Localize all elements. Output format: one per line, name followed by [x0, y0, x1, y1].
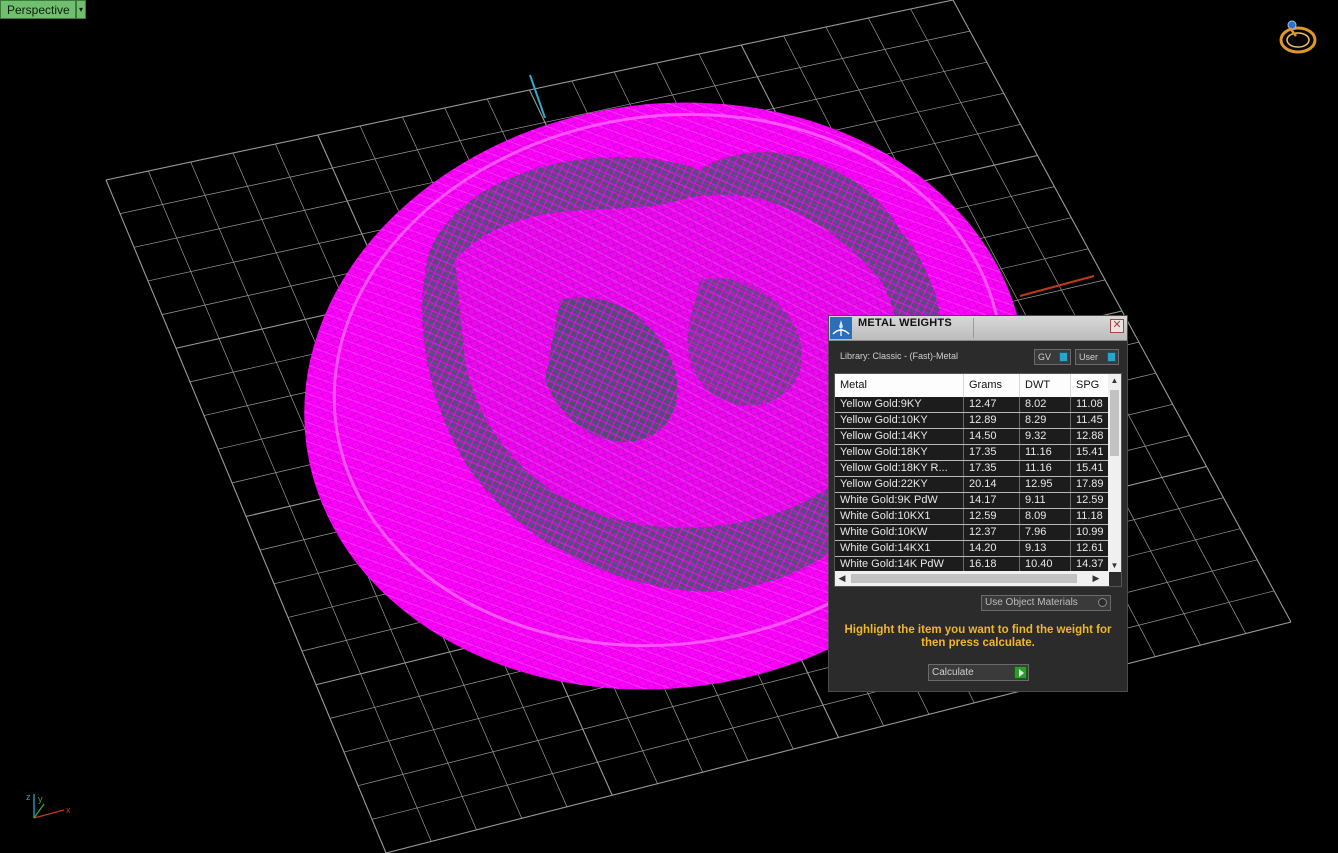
table-row[interactable]: White Gold:9K PdW 14.17 9.11 12.59 [835, 493, 1109, 509]
scroll-up-icon[interactable]: ▲ [1108, 374, 1121, 387]
cell-grams: 17.35 [964, 445, 1020, 460]
panel-title: METAL WEIGHTS [858, 317, 952, 329]
viewport-canvas[interactable] [0, 0, 1338, 853]
close-button[interactable]: ✕ [1110, 319, 1124, 333]
cell-dwt: 8.02 [1020, 397, 1071, 412]
axis-z-label: z [26, 792, 31, 802]
play-arrow-icon[interactable] [1014, 666, 1027, 679]
cell-spg: 15.41 [1071, 445, 1109, 460]
cell-metal: Yellow Gold:10KY [835, 413, 964, 428]
cell-grams: 16.18 [964, 557, 1020, 572]
cell-metal: Yellow Gold:9KY [835, 397, 964, 412]
cell-spg: 14.37 [1071, 557, 1109, 572]
cell-grams: 12.37 [964, 525, 1020, 540]
cell-spg: 17.89 [1071, 477, 1109, 492]
cell-dwt: 12.95 [1020, 477, 1071, 492]
panel-titlebar[interactable]: METAL WEIGHTS ✕ [829, 316, 1127, 341]
viewport-menu-arrow[interactable]: ▾ [76, 0, 86, 19]
cell-dwt: 7.96 [1020, 525, 1071, 540]
cell-metal: White Gold:14KX1 [835, 541, 964, 556]
column-header-dwt[interactable]: DWT [1020, 374, 1071, 397]
cell-dwt: 9.32 [1020, 429, 1071, 444]
metal-weights-icon [830, 317, 852, 339]
cell-metal: Yellow Gold:22KY [835, 477, 964, 492]
user-toggle[interactable]: User [1075, 349, 1119, 365]
axis-y-label: y [38, 794, 43, 804]
vertical-scrollbar[interactable]: ▲ ▼ [1108, 374, 1121, 572]
cell-spg: 11.08 [1071, 397, 1109, 412]
cell-spg: 10.99 [1071, 525, 1109, 540]
use-object-materials-radio[interactable] [1098, 598, 1107, 607]
horizontal-scroll-thumb[interactable] [851, 574, 1077, 583]
cell-spg: 12.59 [1071, 493, 1109, 508]
cell-spg: 15.41 [1071, 461, 1109, 476]
x-axis-line [1019, 275, 1095, 297]
cell-metal: Yellow Gold:14KY [835, 429, 964, 444]
table-row[interactable]: Yellow Gold:14KY 14.50 9.32 12.88 [835, 429, 1109, 445]
viewport-label[interactable]: Perspective [0, 0, 76, 19]
table-row[interactable]: Yellow Gold:10KY 12.89 8.29 11.45 [835, 413, 1109, 429]
library-label: Library: Classic - (Fast)-Metal [840, 351, 959, 361]
ring-navigation-icon[interactable] [1278, 18, 1318, 56]
table-body: Yellow Gold:9KY 12.47 8.02 11.08 Yellow Gold… [835, 397, 1109, 573]
cell-spg: 11.45 [1071, 413, 1109, 428]
cell-grams: 12.47 [964, 397, 1020, 412]
cell-grams: 12.89 [964, 413, 1020, 428]
vertical-scroll-thumb[interactable] [1110, 390, 1119, 456]
table-row[interactable]: White Gold:10KX1 12.59 8.09 11.18 [835, 509, 1109, 525]
scroll-left-icon[interactable]: ◀ [835, 571, 849, 586]
cell-dwt: 10.40 [1020, 557, 1071, 572]
table-row[interactable]: Yellow Gold:22KY 20.14 12.95 17.89 [835, 477, 1109, 493]
cell-spg: 12.61 [1071, 541, 1109, 556]
scroll-right-icon[interactable]: ▶ [1089, 571, 1103, 586]
cell-dwt: 11.16 [1020, 461, 1071, 476]
gv-toggle-label: GV [1038, 352, 1052, 362]
calculate-button[interactable]: Calculate [928, 664, 1029, 681]
cell-metal: White Gold:9K PdW [835, 493, 964, 508]
cell-metal: Yellow Gold:18KY R... [835, 461, 964, 476]
cell-dwt: 8.09 [1020, 509, 1071, 524]
use-object-materials-label: Use Object Materials [985, 597, 1078, 608]
table-row[interactable]: Yellow Gold:9KY 12.47 8.02 11.08 [835, 397, 1109, 413]
cell-metal: White Gold:10KW [835, 525, 964, 540]
cell-spg: 12.88 [1071, 429, 1109, 444]
metal-weights-panel: METAL WEIGHTS ✕ Library: Classic - (Fast… [828, 315, 1128, 692]
column-header-spg[interactable]: SPG [1071, 374, 1109, 397]
user-toggle-label: User [1079, 352, 1099, 362]
table-header: Metal Grams DWT SPG [835, 374, 1109, 397]
axis-x-label: x [66, 805, 71, 815]
cell-dwt: 9.13 [1020, 541, 1071, 556]
cell-grams: 14.17 [964, 493, 1020, 508]
calculate-label: Calculate [932, 667, 974, 678]
horizontal-scrollbar[interactable]: ◀ ▶ [835, 571, 1109, 586]
column-header-grams[interactable]: Grams [964, 374, 1020, 397]
metal-table: Metal Grams DWT SPG Yellow Gold:9KY 12.47… [834, 373, 1122, 587]
cell-metal: White Gold:10KX1 [835, 509, 964, 524]
cell-grams: 14.20 [964, 541, 1020, 556]
axis-gizmo: z y x [26, 792, 71, 819]
cell-grams: 14.50 [964, 429, 1020, 444]
cell-grams: 12.59 [964, 509, 1020, 524]
cell-dwt: 9.11 [1020, 493, 1071, 508]
instruction-text: Highlight the item you want to find the … [844, 624, 1112, 649]
cell-metal: Yellow Gold:18KY [835, 445, 964, 460]
cell-spg: 11.18 [1071, 509, 1109, 524]
titlebar-divider [973, 318, 974, 338]
cell-dwt: 8.29 [1020, 413, 1071, 428]
use-object-materials-toggle[interactable]: Use Object Materials [981, 595, 1111, 611]
column-header-metal[interactable]: Metal [835, 374, 964, 397]
cell-grams: 17.35 [964, 461, 1020, 476]
table-row[interactable]: Yellow Gold:18KY 17.35 11.16 15.41 [835, 445, 1109, 461]
user-toggle-knob [1107, 352, 1116, 362]
cell-metal: White Gold:14K PdW [835, 557, 964, 572]
scroll-down-icon[interactable]: ▼ [1108, 559, 1121, 572]
gv-toggle-knob [1059, 352, 1068, 362]
table-row[interactable]: Yellow Gold:18KY R... 17.35 11.16 15.41 [835, 461, 1109, 477]
gv-toggle[interactable]: GV [1034, 349, 1071, 365]
table-row[interactable]: White Gold:10KW 12.37 7.96 10.99 [835, 525, 1109, 541]
cell-dwt: 11.16 [1020, 445, 1071, 460]
cell-grams: 20.14 [964, 477, 1020, 492]
table-row[interactable]: White Gold:14KX1 14.20 9.13 12.61 [835, 541, 1109, 557]
